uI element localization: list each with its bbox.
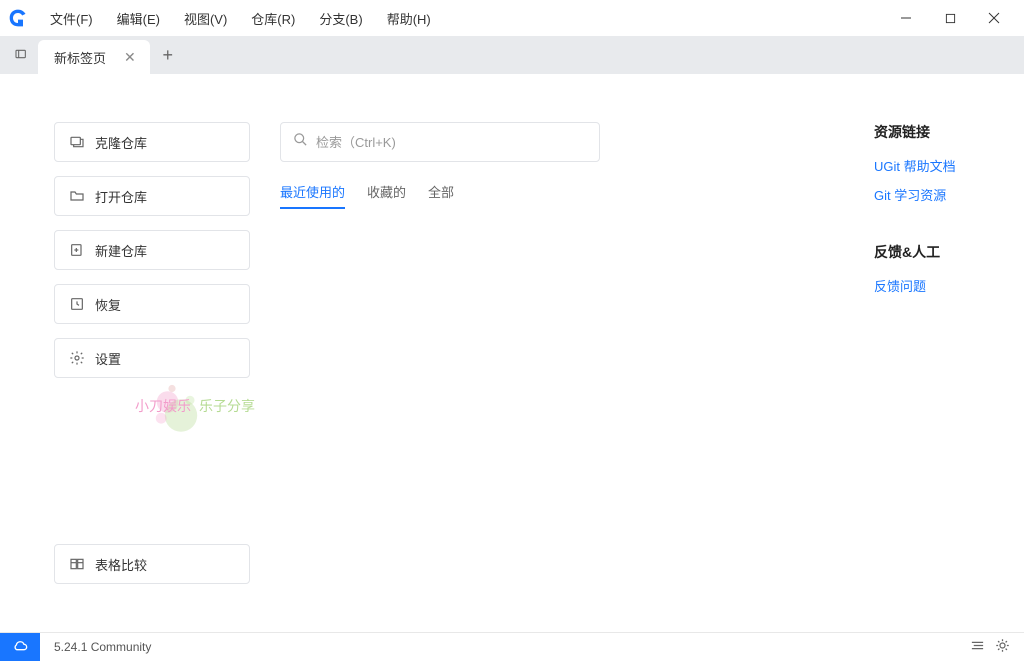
menu-branch[interactable]: 分支(B) <box>309 5 372 32</box>
left-column: 克隆仓库 打开仓库 新建仓库 恢复 设置 <box>0 122 258 632</box>
status-right <box>970 638 1024 656</box>
menu-bar: 文件(F) 编辑(E) 视图(V) 仓库(R) 分支(B) 帮助(H) <box>0 0 1024 36</box>
feedback-title: 反馈&人工 <box>874 242 994 262</box>
git-learn-link[interactable]: Git 学习资源 <box>874 185 994 204</box>
close-button[interactable] <box>972 0 1016 36</box>
tab-close-icon[interactable]: ✕ <box>124 50 136 64</box>
menu-items: 文件(F) 编辑(E) 视图(V) 仓库(R) 分支(B) 帮助(H) <box>40 5 441 32</box>
app-logo <box>8 8 28 28</box>
minimize-button[interactable] <box>884 0 928 36</box>
menu-edit[interactable]: 编辑(E) <box>107 5 170 32</box>
menu-view[interactable]: 视图(V) <box>174 5 237 32</box>
filter-tabs: 最近使用的 收藏的 全部 <box>280 182 834 209</box>
search-icon <box>293 132 308 152</box>
compare-icon <box>69 556 85 572</box>
feedback-link[interactable]: 反馈问题 <box>874 276 994 295</box>
settings-label: 设置 <box>95 349 121 368</box>
search-input[interactable] <box>316 135 587 150</box>
compare-label: 表格比较 <box>95 555 147 574</box>
tab-newpage[interactable]: 新标签页 ✕ <box>38 40 150 74</box>
restore-button[interactable]: 恢复 <box>54 284 250 324</box>
new-repo-icon <box>69 242 85 258</box>
list-icon[interactable] <box>970 638 985 656</box>
filter-favorites[interactable]: 收藏的 <box>367 182 406 209</box>
tab-bar: 新标签页 ✕ + <box>0 36 1024 74</box>
restore-label: 恢复 <box>95 295 121 314</box>
clone-repo-button[interactable]: 克隆仓库 <box>54 122 250 162</box>
tab-add-button[interactable]: + <box>150 36 186 74</box>
clone-label: 克隆仓库 <box>95 133 147 152</box>
menu-repo[interactable]: 仓库(R) <box>241 5 305 32</box>
search-box[interactable] <box>280 122 600 162</box>
version-text: 5.24.1 Community <box>54 640 151 654</box>
new-label: 新建仓库 <box>95 241 147 260</box>
restore-icon <box>69 296 85 312</box>
filter-all[interactable]: 全部 <box>428 182 454 209</box>
open-label: 打开仓库 <box>95 187 147 206</box>
window-controls <box>884 0 1016 36</box>
gear-icon <box>69 350 85 366</box>
open-repo-button[interactable]: 打开仓库 <box>54 176 250 216</box>
right-column: 资源链接 UGit 帮助文档 Git 学习资源 反馈&人工 反馈问题 <box>874 122 1024 632</box>
new-repo-button[interactable]: 新建仓库 <box>54 230 250 270</box>
folder-icon <box>69 188 85 204</box>
tab-label: 新标签页 <box>54 48 106 67</box>
settings-button[interactable]: 设置 <box>54 338 250 378</box>
resources-title: 资源链接 <box>874 122 994 142</box>
help-doc-link[interactable]: UGit 帮助文档 <box>874 156 994 175</box>
compare-button[interactable]: 表格比较 <box>54 544 250 584</box>
filter-recent[interactable]: 最近使用的 <box>280 182 345 209</box>
home-tab-icon[interactable] <box>6 36 38 74</box>
cloud-status-icon[interactable] <box>0 633 40 661</box>
main-content: 克隆仓库 打开仓库 新建仓库 恢复 设置 <box>0 74 1024 632</box>
clone-icon <box>69 134 85 150</box>
menu-file[interactable]: 文件(F) <box>40 5 103 32</box>
status-bar: 5.24.1 Community <box>0 632 1024 660</box>
menu-help[interactable]: 帮助(H) <box>377 5 441 32</box>
maximize-button[interactable] <box>928 0 972 36</box>
center-column: 最近使用的 收藏的 全部 <box>258 122 874 632</box>
theme-icon[interactable] <box>995 638 1010 656</box>
